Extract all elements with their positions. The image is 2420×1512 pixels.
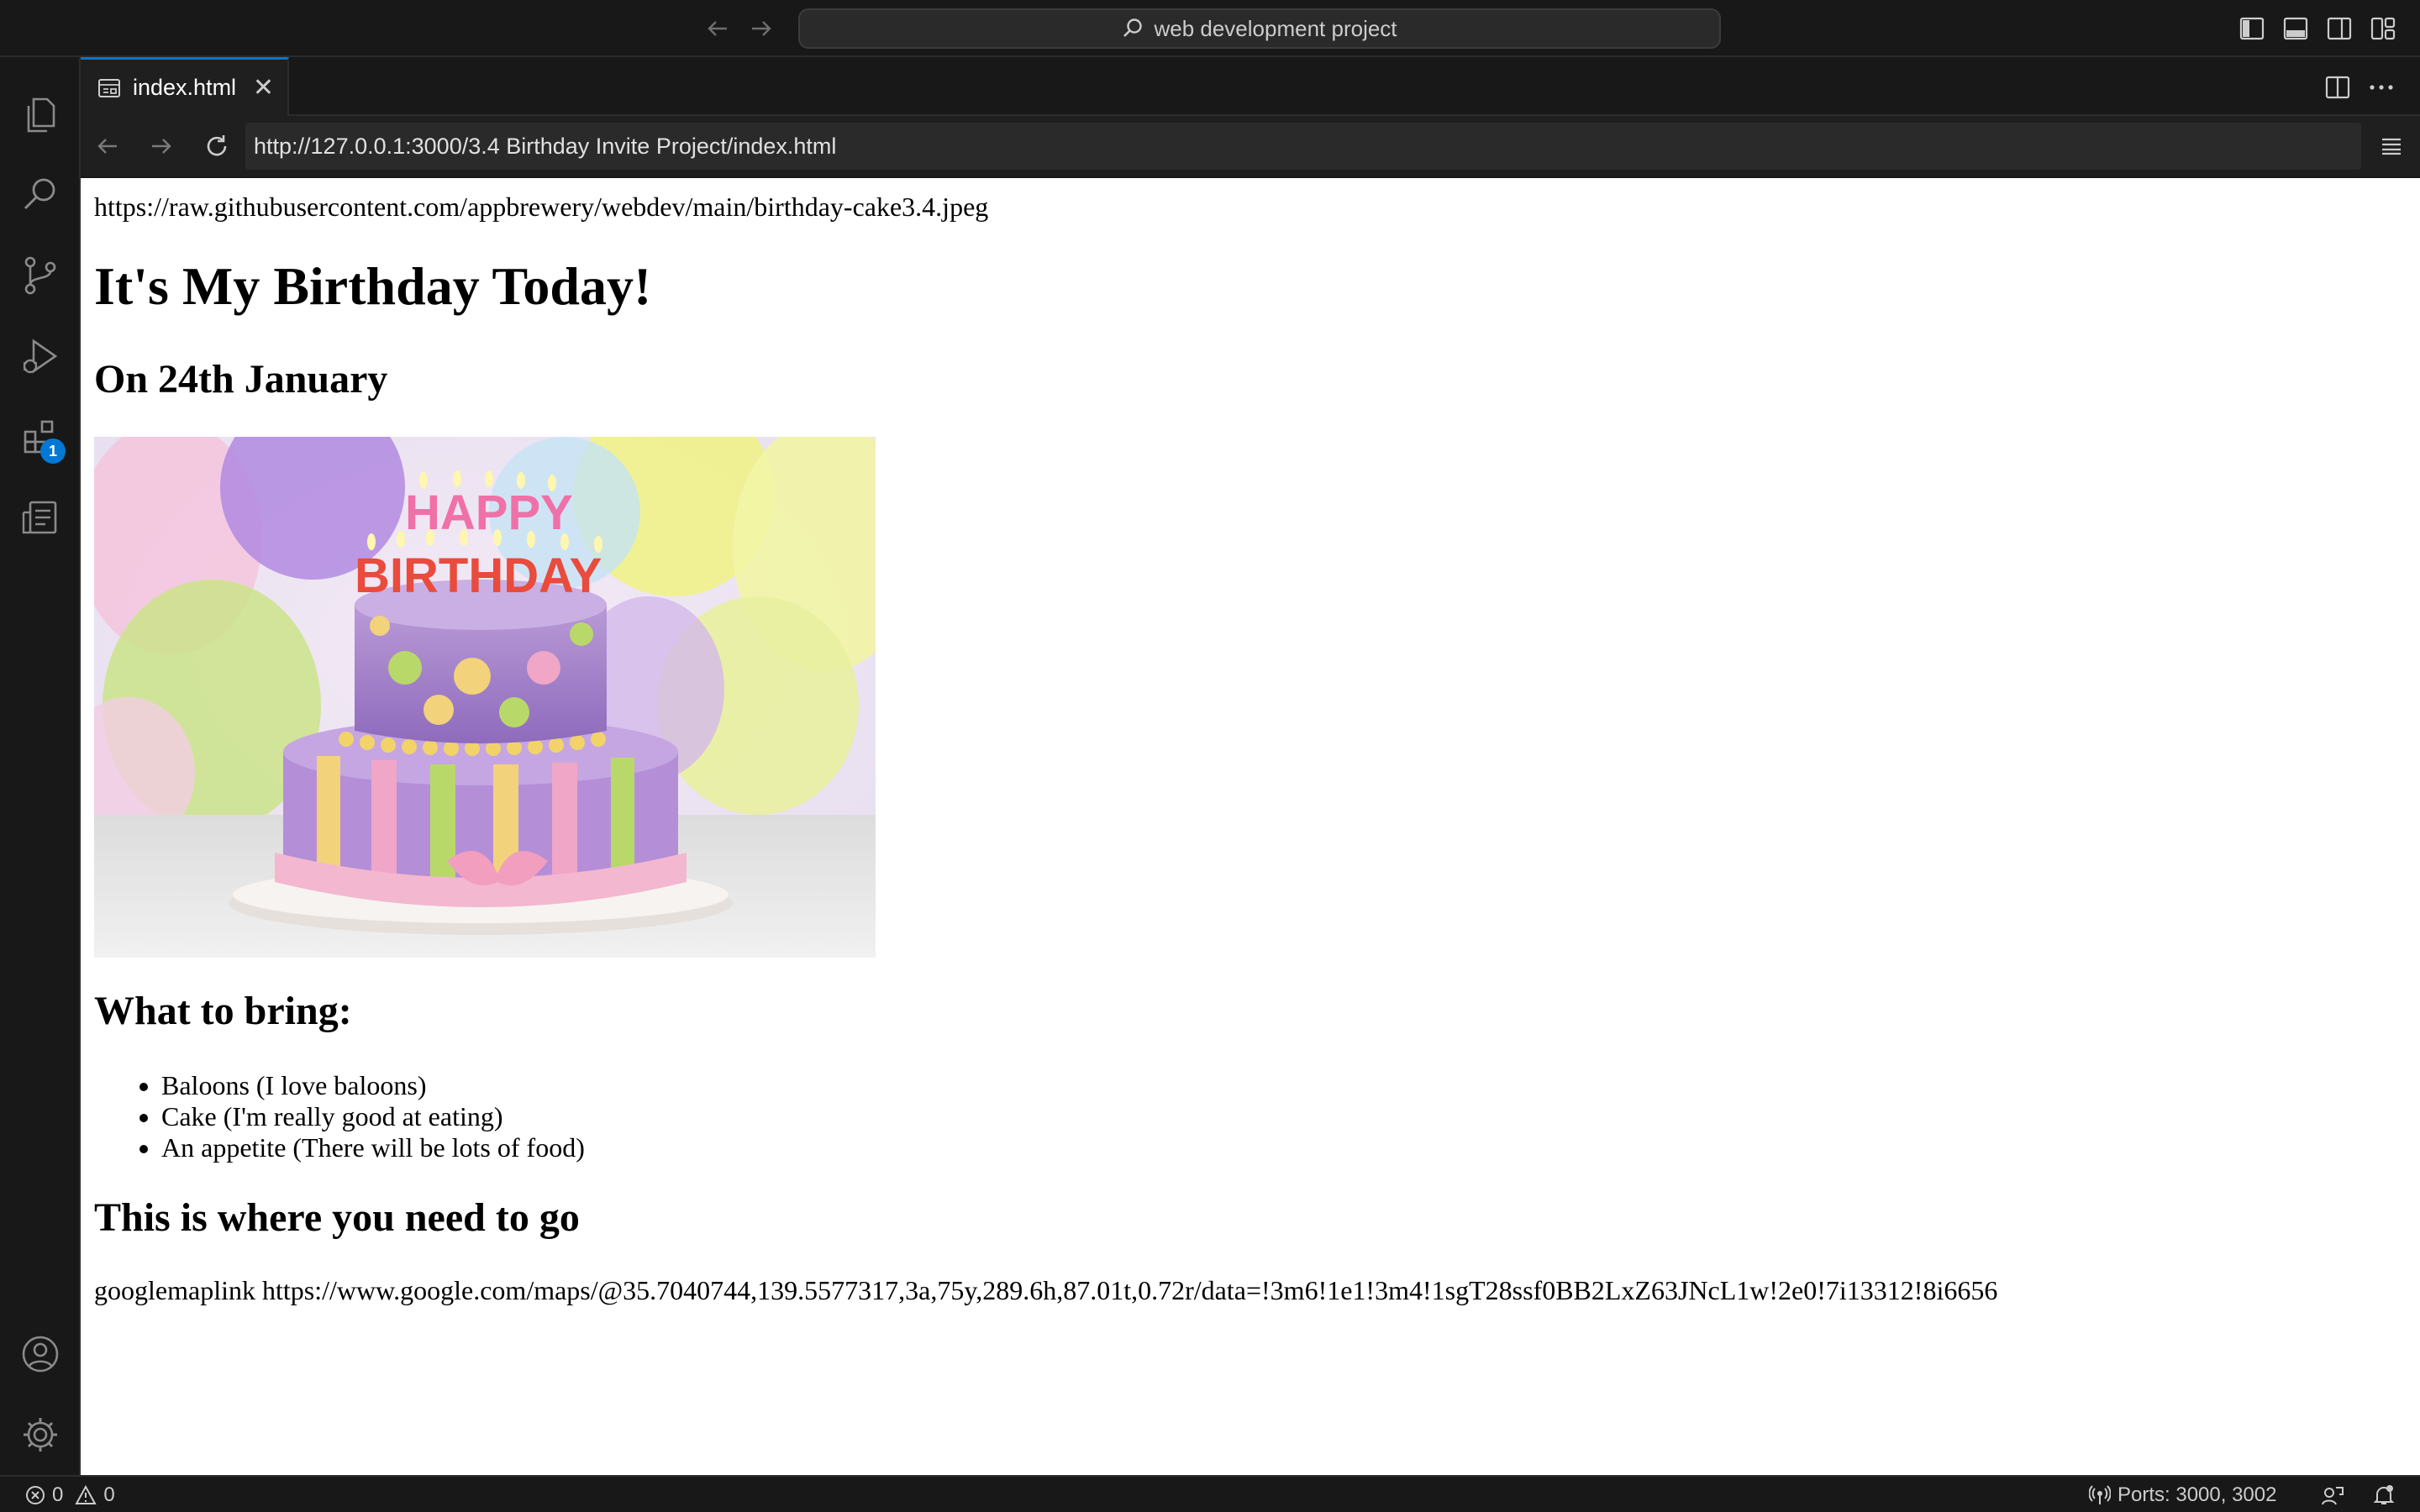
activity-bar: 1 <box>0 57 81 1475</box>
command-center-label: web development project <box>1154 15 1397 41</box>
account-icon[interactable] <box>0 1314 81 1394</box>
toggle-panel-icon[interactable] <box>2281 13 2311 44</box>
image-url-text: https://raw.githubusercontent.com/appbre… <box>94 192 989 222</box>
feedback-icon[interactable] <box>2321 1477 2344 1512</box>
status-bar: 0 0 Ports: 3000, 3002 <box>0 1475 2420 1512</box>
warning-count: 0 <box>103 1483 115 1506</box>
source-control-icon[interactable] <box>0 235 81 316</box>
more-actions-icon[interactable] <box>2365 71 2398 104</box>
browser-url-text: http://127.0.0.1:3000/3.4 Birthday Invit… <box>254 133 837 159</box>
browser-back-icon[interactable] <box>89 128 126 165</box>
tab-label: index.html <box>133 75 237 100</box>
explorer-icon[interactable] <box>0 74 81 155</box>
error-icon <box>26 1486 45 1504</box>
extensions-badge: 1 <box>40 438 66 464</box>
error-count: 0 <box>52 1483 64 1506</box>
preview-file-icon <box>97 78 121 98</box>
remote-explorer-icon[interactable] <box>0 477 81 558</box>
editor-tabs-bar: index.html ✕ <box>81 57 2420 116</box>
broadcast-icon <box>2089 1485 2111 1504</box>
notifications-bell-icon[interactable] <box>2373 1477 2395 1512</box>
warning-icon <box>75 1485 97 1504</box>
ports-label: Ports: 3000, 3002 <box>2118 1483 2277 1506</box>
split-editor-icon[interactable] <box>2321 71 2354 104</box>
browser-url-input[interactable]: http://127.0.0.1:3000/3.4 Birthday Invit… <box>245 123 2361 170</box>
ports-indicator[interactable]: Ports: 3000, 3002 <box>2089 1477 2276 1512</box>
date-heading: On 24th January <box>94 357 388 402</box>
location-heading: This is where you need to go <box>94 1195 580 1240</box>
bring-list: Baloons (I love baloons) Cake (I'm reall… <box>161 1070 585 1163</box>
browser-menu-icon[interactable] <box>2375 129 2408 163</box>
customize-layout-icon[interactable] <box>2368 13 2398 44</box>
close-tab-icon[interactable]: ✕ <box>253 73 274 102</box>
browser-reload-icon[interactable] <box>198 128 235 165</box>
webpage-content: https://raw.githubusercontent.com/appbre… <box>81 178 2420 1475</box>
list-item: Baloons (I love baloons) <box>161 1070 585 1101</box>
simple-browser-toolbar: http://127.0.0.1:3000/3.4 Birthday Invit… <box>81 116 2420 176</box>
list-item: Cake (I'm really good at eating) <box>161 1101 585 1132</box>
search-icon[interactable] <box>0 155 81 235</box>
list-item: An appetite (There will be lots of food) <box>161 1132 585 1163</box>
manage-gear-icon[interactable] <box>0 1394 81 1475</box>
cake-candles-birthday: BIRTHDAY <box>355 549 602 603</box>
tab-index-html[interactable]: index.html ✕ <box>81 57 289 116</box>
title-bar: web development project <box>0 0 2420 57</box>
toggle-secondary-sidebar-icon[interactable] <box>2324 13 2354 44</box>
go-forward-icon[interactable] <box>744 12 778 45</box>
birthday-cake-image: HAPPY BIRTHDAY <box>94 437 876 958</box>
bring-heading: What to bring: <box>94 989 352 1033</box>
search-icon <box>1123 18 1143 37</box>
command-center-search[interactable]: web development project <box>798 8 1721 49</box>
run-debug-icon[interactable] <box>0 316 81 396</box>
problems-indicator[interactable]: 0 0 <box>25 1477 115 1512</box>
google-map-link-text: googlemaplink https://www.google.com/map… <box>94 1275 1998 1305</box>
page-title: It's My Birthday Today! <box>94 256 652 316</box>
go-back-icon[interactable] <box>701 12 734 45</box>
browser-forward-icon[interactable] <box>143 128 180 165</box>
extensions-icon[interactable]: 1 <box>0 396 81 477</box>
toggle-primary-sidebar-icon[interactable] <box>2237 13 2267 44</box>
